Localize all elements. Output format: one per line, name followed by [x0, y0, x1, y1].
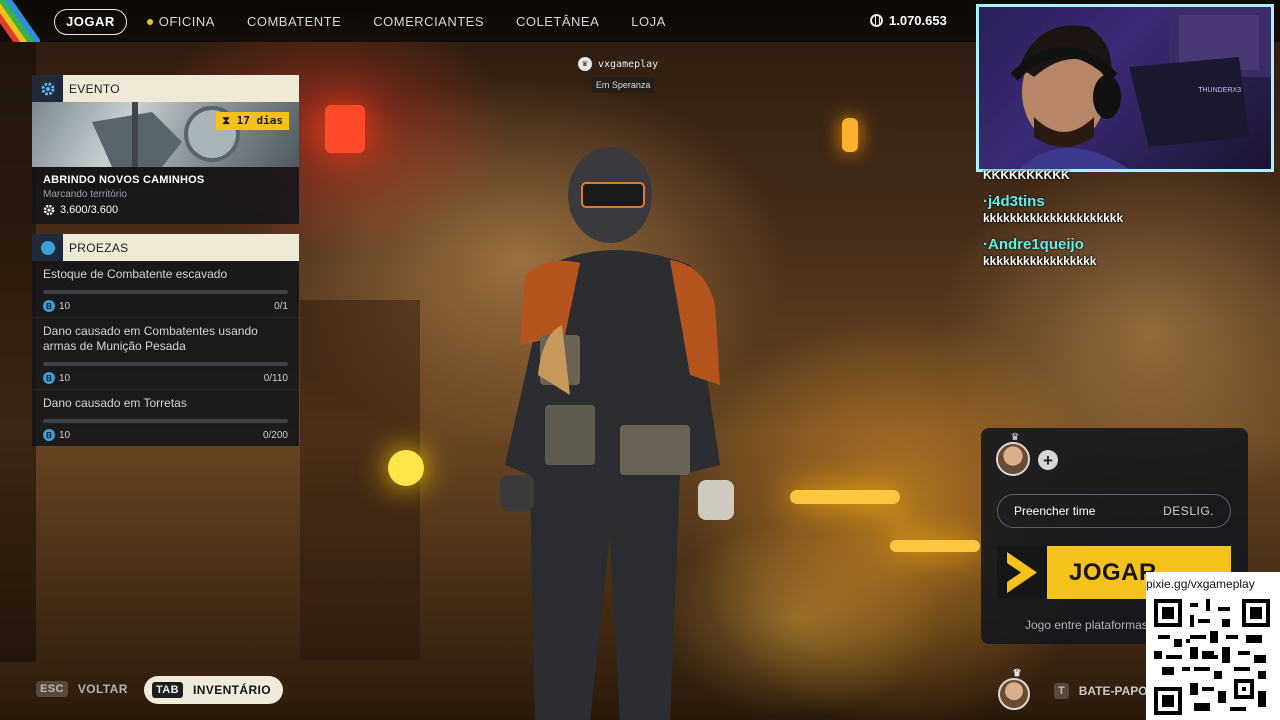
- event-subtitle: Marcando território: [43, 189, 127, 200]
- crown-icon: ♛: [1012, 668, 1022, 679]
- tab-key: TAB: [152, 682, 183, 698]
- chat-message: KKKKKKKKKK: [983, 168, 1070, 182]
- event-card[interactable]: EVENTO ⧗ 17 dias ABRINDO NOVOS CAMINHOS …: [32, 75, 299, 224]
- feat-progress-bar: [43, 419, 288, 423]
- chat-avatar: ♛: [998, 668, 1032, 710]
- credits-value: 1.070.653: [889, 13, 947, 28]
- nav-oficina[interactable]: OFICINA: [146, 10, 215, 34]
- reward-b-icon: B: [43, 429, 55, 441]
- feat-reward: B 10: [43, 300, 70, 312]
- event-progress-value: 3.600/3.600: [60, 204, 119, 216]
- feat-reward: B 10: [43, 372, 70, 384]
- event-progress: 3.600/3.600: [43, 204, 288, 216]
- reward-b-icon: B: [43, 300, 55, 312]
- feat-reward-value: 10: [59, 429, 71, 441]
- chat-username: ·Andre1queijo: [983, 236, 1084, 253]
- add-party-member-button[interactable]: +: [1038, 450, 1058, 470]
- crown-icon: ♛: [578, 57, 592, 71]
- fill-team-value: DESLIG.: [1163, 504, 1214, 518]
- main-nav: JOGAR OFICINA COMBATENTE COMERCIANTES CO…: [54, 9, 698, 35]
- esc-key: ESC: [36, 681, 68, 697]
- fill-team-toggle[interactable]: Preencher time DESLIG.: [997, 494, 1231, 528]
- feat-name: Dano causado em Combatentes usando armas…: [43, 324, 258, 353]
- feat-reward-value: 10: [59, 372, 71, 384]
- feat-footer: B 10 0/1: [43, 300, 288, 312]
- chat-username: ·j4d3tins: [983, 193, 1045, 210]
- player-nameplate: ♛ vxgameplay Em Speranza: [578, 57, 658, 93]
- event-header: EVENTO: [32, 75, 299, 102]
- event-body: ABRINDO NOVOS CAMINHOS Marcando territór…: [32, 167, 299, 224]
- scene-structure: [300, 300, 420, 660]
- t-key: T: [1054, 683, 1069, 699]
- chair-brand: THUNDERX3: [1198, 87, 1241, 94]
- feat-progress-bar: [43, 362, 288, 366]
- nav-comerciantes[interactable]: COMERCIANTES: [373, 10, 484, 34]
- inventory-button[interactable]: TAB INVENTÁRIO: [144, 676, 284, 704]
- feat-footer: B 10 0/200: [43, 429, 288, 441]
- avatar: ♛: [998, 668, 1030, 710]
- feat-item[interactable]: Dano causado em Combatentes usando armas…: [32, 318, 299, 390]
- feats-card: PROEZAS Estoque de Combatente escavado B…: [32, 234, 299, 446]
- chat-message: kkkkkkkkkkkkkkkkk: [983, 254, 1097, 268]
- feat-progress: 0/1: [274, 300, 288, 312]
- red-lamp: [325, 105, 365, 153]
- orange-lamp: [842, 118, 858, 152]
- days-remaining-value: 17 dias: [236, 114, 283, 127]
- event-header-label: EVENTO: [69, 81, 120, 96]
- player-location: Em Speranza: [591, 77, 655, 93]
- feat-name: Dano causado em Torretas: [43, 396, 187, 410]
- feat-name: Estoque de Combatente escavado: [43, 267, 228, 281]
- inventory-label: INVENTÁRIO: [193, 683, 272, 697]
- counter-light-2: [890, 540, 980, 552]
- feats-header-label: PROEZAS: [69, 240, 129, 255]
- qr-code: [1154, 599, 1270, 715]
- character-model: [500, 147, 734, 720]
- nav-loja[interactable]: LOJA: [631, 10, 666, 34]
- credits-display: 1.070.653: [870, 13, 947, 28]
- event-title: ABRINDO NOVOS CAMINHOS: [43, 174, 205, 186]
- nav-combatente[interactable]: COMBATENTE: [247, 10, 341, 34]
- chevron-right-icon: [997, 546, 1047, 599]
- back-label: VOLTAR: [77, 682, 128, 696]
- stream-chat: KKKKKKKKKK ·j4d3tins kkkkkkkkkkkkkkkkkkk…: [983, 168, 1183, 269]
- feat-progress: 0/110: [263, 372, 288, 384]
- reward-b-icon: B: [43, 372, 55, 384]
- notification-dot-icon: [146, 19, 153, 25]
- player-name-text: vxgameplay: [598, 58, 659, 70]
- gear-small-icon: [43, 204, 55, 216]
- fill-team-label: Preencher time: [1014, 504, 1096, 518]
- chat-message: kkkkkkkkkkkkkkkkkkkkk: [983, 211, 1124, 225]
- feats-header: PROEZAS: [32, 234, 299, 261]
- scene-pillar-left: [0, 42, 36, 662]
- coin-icon: [870, 14, 883, 27]
- chat-label: BATE-PAPO: [1078, 684, 1148, 698]
- nav-oficina-label: OFICINA: [158, 14, 215, 29]
- event-image: ⧗ 17 dias: [32, 102, 299, 167]
- player-name: ♛ vxgameplay: [578, 57, 658, 71]
- feat-progress: 0/200: [262, 429, 288, 441]
- crown-icon: ♛: [1010, 432, 1020, 443]
- days-remaining-badge: ⧗ 17 dias: [216, 112, 289, 130]
- feat-reward: B 10: [43, 429, 70, 441]
- qr-code-overlay: pixie.gg/vxgameplay: [1146, 572, 1280, 720]
- crossplay-label: Jogo entre plataformas: [1025, 618, 1148, 632]
- nav-jogar[interactable]: JOGAR: [54, 9, 127, 35]
- party-leader-avatar[interactable]: ♛: [996, 432, 1030, 476]
- qr-url: pixie.gg/vxgameplay: [1146, 577, 1255, 591]
- feat-item[interactable]: Estoque de Combatente escavado B 10 0/1: [32, 261, 299, 318]
- feats-icon: [32, 234, 63, 261]
- back-button[interactable]: ESC VOLTAR: [36, 681, 128, 697]
- feat-reward-value: 10: [59, 300, 71, 312]
- nav-coletanea[interactable]: COLETÂNEA: [516, 10, 599, 34]
- counter-light: [790, 490, 900, 504]
- brand-stripes: [0, 0, 40, 42]
- feat-item[interactable]: Dano causado em Torretas B 10 0/200: [32, 390, 299, 446]
- bottom-bar: ESC VOLTAR TAB INVENTÁRIO ♛ T BATE-PAPO: [0, 660, 1280, 720]
- webcam-overlay: THUNDERX3: [976, 4, 1274, 172]
- chat-button[interactable]: ♛ T BATE-PAPO: [998, 668, 1148, 710]
- feat-progress-bar: [43, 290, 288, 294]
- play-button-label: JOGAR: [1069, 558, 1157, 586]
- gear-icon: [32, 75, 63, 102]
- feat-footer: B 10 0/110: [43, 372, 288, 384]
